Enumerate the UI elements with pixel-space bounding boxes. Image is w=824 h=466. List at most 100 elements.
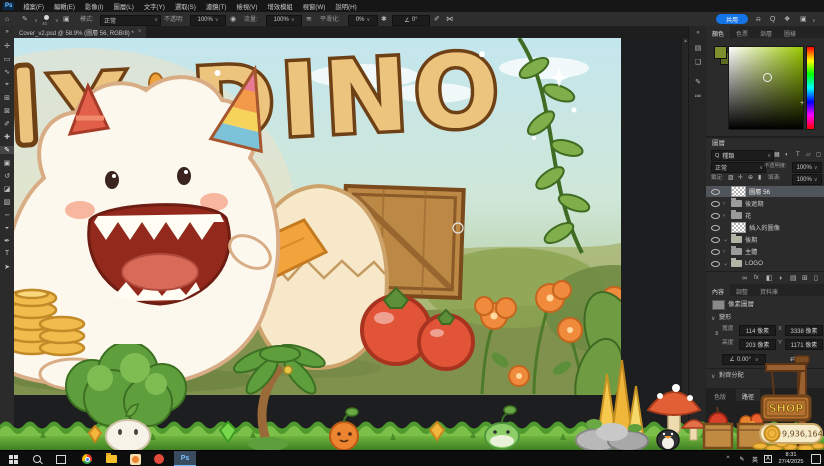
visibility-eye-icon[interactable] — [711, 249, 720, 255]
visibility-eye-icon[interactable] — [711, 261, 720, 267]
layer-style-fx-icon[interactable]: fx — [754, 275, 759, 281]
taskbar-photoshop-active[interactable]: Ps — [174, 451, 196, 466]
tab-properties[interactable]: 內容 — [706, 284, 730, 296]
taskbar-red-app[interactable] — [150, 451, 168, 466]
notification-center-button[interactable] — [810, 451, 822, 466]
object-selection-tool-icon[interactable]: ⌖ — [0, 81, 14, 89]
taskbar-chrome[interactable] — [78, 451, 96, 466]
tray-pen-icon[interactable]: ✎ — [736, 451, 748, 466]
y-field[interactable]: 1171 像素 — [785, 339, 823, 350]
document-tab[interactable]: Cover_v2.psd @ 58.9% (圖層 56, RGB/8) * × — [14, 26, 146, 38]
tray-ime-icon[interactable]: A — [762, 451, 774, 466]
smoothing-field[interactable]: 0%∨ — [348, 15, 378, 26]
crop-tool-icon[interactable]: ⊞ — [0, 94, 14, 102]
tab-swatches[interactable]: 色票 — [730, 26, 754, 38]
search-icon[interactable]: Q — [770, 16, 775, 23]
taskbar-game-app[interactable] — [126, 451, 144, 466]
filter-smart-icon[interactable]: ◻ — [816, 152, 821, 158]
pen-tool-icon[interactable]: ✒ — [0, 237, 14, 245]
opacity-field[interactable]: 100%∨ — [190, 15, 226, 26]
menu-view[interactable]: 檢視(V) — [231, 2, 262, 11]
tab-patterns[interactable]: 圖樣 — [778, 26, 802, 38]
layer-mask-icon[interactable]: ◧ — [766, 275, 773, 282]
smoothing-gear-icon[interactable]: ✱ — [381, 16, 387, 23]
adjustment-layer-icon[interactable]: ◑ — [778, 275, 782, 282]
filter-shape-icon[interactable]: ▱ — [806, 152, 811, 158]
menu-window[interactable]: 視窗(W) — [298, 2, 331, 11]
layer-row-selected[interactable]: 圖層 56 — [706, 186, 824, 197]
foreground-swatch[interactable] — [714, 46, 727, 59]
clone-stamp-tool-icon[interactable]: ▣ — [0, 159, 14, 167]
filter-adjustment-icon[interactable]: ◐ — [785, 152, 789, 158]
layer-row[interactable]: 插入的圖像 — [706, 222, 824, 233]
tab-paths[interactable]: 路徑 — [736, 389, 760, 401]
dock-expand-icon[interactable]: « — [689, 30, 707, 36]
layer-row[interactable]: › 主體 — [706, 246, 824, 257]
hue-slider[interactable] — [806, 46, 815, 130]
move-tool-icon[interactable]: ✛ — [0, 42, 14, 50]
menu-select[interactable]: 選取(S) — [170, 2, 201, 11]
tab-color[interactable]: 顏色 — [706, 26, 730, 38]
menu-type[interactable]: 文字(Y) — [139, 2, 170, 11]
eraser-tool-icon[interactable]: ◪ — [0, 185, 14, 193]
fill-field[interactable]: 100%∨ — [792, 174, 822, 185]
tab-libraries[interactable]: 資料庫 — [754, 284, 784, 296]
task-view-button[interactable] — [52, 451, 70, 466]
link-layers-icon[interactable]: ∞ — [742, 275, 747, 282]
bell-icon[interactable]: ⍾ — [756, 16, 761, 23]
height-field[interactable]: 203 像素 — [739, 339, 776, 350]
share-button[interactable]: 共用 — [716, 14, 748, 24]
taskbar-search-button[interactable] — [28, 451, 46, 466]
brush-preview-dot[interactable] — [44, 15, 49, 20]
frame-tool-icon[interactable]: ⊠ — [0, 107, 14, 115]
gradient-tool-icon[interactable]: ▨ — [0, 198, 14, 206]
menu-file[interactable]: 檔案(F) — [18, 2, 49, 11]
lock-all-icon[interactable]: ▮ — [758, 175, 761, 181]
start-button[interactable] — [4, 451, 22, 466]
path-selection-tool-icon[interactable]: ➤ — [0, 263, 14, 271]
toolbox-collapse-icon[interactable]: » — [0, 29, 14, 35]
x-field[interactable]: 3338 像素 — [785, 325, 823, 336]
layers-opacity-field[interactable]: 100%∨ — [792, 162, 822, 173]
tray-expand-button[interactable]: ^ — [722, 451, 734, 466]
menu-edit[interactable]: 編輯(E) — [49, 2, 80, 11]
tray-language-indicator[interactable]: 英 — [749, 451, 761, 466]
taskbar-file-explorer[interactable] — [102, 451, 120, 466]
brush-angle-field[interactable]: ∠0° — [392, 15, 430, 26]
home-icon[interactable]: ⌂ — [5, 16, 9, 23]
filter-type-icon[interactable]: T — [796, 152, 800, 158]
symmetry-icon[interactable]: ⋈ — [446, 16, 453, 23]
tab-channels[interactable]: 色版 — [708, 389, 732, 401]
menu-plugins[interactable]: 增效模組 — [262, 2, 297, 11]
visibility-eye-icon[interactable] — [711, 213, 720, 219]
panel-layout-arrow[interactable]: ∨ — [812, 18, 816, 24]
canvas-artwork[interactable]: Y DINO — [14, 38, 621, 395]
menu-image[interactable]: 影像(I) — [80, 2, 109, 11]
tray-clock[interactable]: 8:3127/4/2025 — [776, 451, 806, 466]
dock-comments-icon[interactable]: ❑ — [689, 58, 707, 66]
lock-artboard-icon[interactable]: ⊕ — [748, 175, 753, 181]
dock-brush-settings-icon[interactable]: ✎ — [689, 78, 707, 86]
color-picker-marker[interactable] — [763, 73, 772, 82]
menu-filter[interactable]: 濾鏡(T) — [201, 2, 232, 11]
lock-transparency-icon[interactable]: ▨ — [728, 175, 734, 181]
constrain-link-icon[interactable]: ∞ — [713, 331, 719, 335]
healing-brush-tool-icon[interactable]: ✚ — [0, 133, 14, 141]
color-saturation-square[interactable] — [728, 46, 804, 130]
menu-layer[interactable]: 圖層(L) — [109, 2, 139, 11]
panel-toggle-icon[interactable]: ▣ — [63, 16, 70, 23]
visibility-eye-icon[interactable] — [711, 237, 720, 243]
eyedropper-tool-icon[interactable]: ✐ — [0, 120, 14, 128]
layer-filter-select[interactable]: Q 種類 ∨ — [711, 150, 774, 161]
history-brush-tool-icon[interactable]: ↺ — [0, 172, 14, 180]
dock-brushes-icon[interactable]: ≔ — [689, 92, 707, 100]
delete-layer-icon[interactable]: ▯ — [814, 275, 818, 282]
filter-pixel-icon[interactable]: ▦ — [774, 152, 780, 158]
visibility-eye-icon[interactable] — [711, 189, 720, 195]
width-field[interactable]: 114 像素 — [739, 325, 776, 336]
layer-row[interactable]: › 後遮期 — [706, 198, 824, 209]
brush-dropdown-arrow[interactable]: ∨ — [34, 18, 38, 24]
type-tool-icon[interactable]: T — [0, 250, 14, 257]
new-group-icon[interactable]: ▤ — [790, 275, 797, 282]
new-layer-icon[interactable]: ⊞ — [802, 275, 808, 282]
